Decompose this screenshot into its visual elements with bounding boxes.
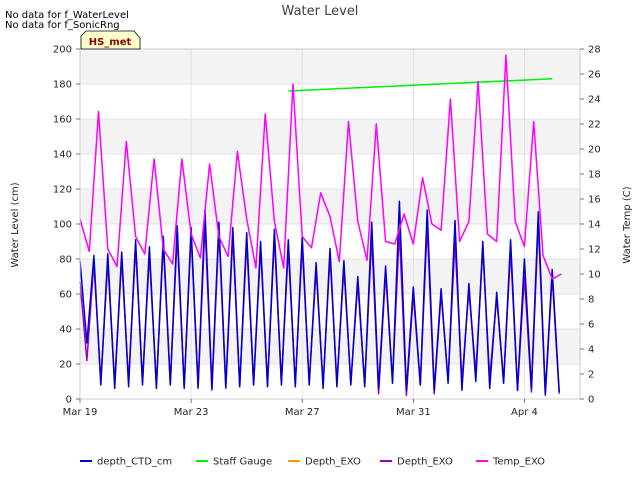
background-bands xyxy=(80,49,580,364)
x-tick-label: Apr 4 xyxy=(511,407,538,418)
background-band xyxy=(80,119,580,154)
x-axis: Mar 19 Mar 23 Mar 27 Mar 31 Apr 4 xyxy=(63,399,538,418)
x-tick-label: Mar 23 xyxy=(174,407,209,418)
y2-axis-label: Water Temp (C) xyxy=(622,186,633,263)
y-tick-label: 120 xyxy=(53,185,72,196)
chart: Mar 19 Mar 23 Mar 27 Mar 31 Apr 4 0204060801… xyxy=(5,4,633,468)
y-tick-label: 180 xyxy=(53,80,72,91)
y-tick-label: 100 xyxy=(53,220,72,231)
legend: depth_CTD_cm Staff Gauge Depth_EXO Depth_EX… xyxy=(80,457,545,468)
y2-tick-label: 4 xyxy=(588,345,594,356)
y2-tick-label: 22 xyxy=(588,120,601,131)
x-tick-label: Mar 31 xyxy=(396,407,431,418)
legend-label: depth_CTD_cm xyxy=(97,457,172,468)
y-tick-label: 60 xyxy=(59,290,72,301)
no-data-note-sonicrng: No data for f_SonicRng xyxy=(5,20,120,31)
y-axis-right: 0246810121416182022242628 xyxy=(580,45,601,406)
legend-label: Depth_EXO xyxy=(305,457,361,468)
y-tick-label: 160 xyxy=(53,115,72,126)
badge-label: HS_met xyxy=(89,37,132,48)
y-tick-label: 200 xyxy=(53,45,72,56)
chart-title: Water Level xyxy=(282,4,359,19)
y2-tick-label: 26 xyxy=(588,70,601,81)
station-badge: HS_met xyxy=(80,30,141,50)
y-axis-left: 0 20 40 60 80 100 120 140 160 180 200 xyxy=(53,45,80,406)
plot-area xyxy=(79,48,581,400)
y-axis-label: Water Level (cm) xyxy=(10,182,21,267)
y2-tick-label: 6 xyxy=(588,320,594,331)
y2-tick-label: 14 xyxy=(588,220,601,231)
y2-tick-label: 2 xyxy=(588,370,594,381)
y-tick-label: 40 xyxy=(59,325,72,336)
y-tick-label: 80 xyxy=(59,255,72,266)
legend-label: Depth_EXO xyxy=(397,457,453,468)
y-tick-label: 20 xyxy=(59,360,72,371)
y2-tick-label: 24 xyxy=(588,95,601,106)
y2-tick-label: 28 xyxy=(588,45,601,56)
y-tick-label: 0 xyxy=(66,395,72,406)
legend-label: Temp_EXO xyxy=(492,457,545,468)
y2-tick-label: 10 xyxy=(588,270,601,281)
legend-label: Staff Gauge xyxy=(213,457,272,468)
x-tick-label: Mar 19 xyxy=(63,407,98,418)
y2-tick-label: 0 xyxy=(588,395,594,406)
y-tick-label: 140 xyxy=(53,150,72,161)
y2-tick-label: 8 xyxy=(588,295,594,306)
x-tick-label: Mar 27 xyxy=(285,407,320,418)
y2-tick-label: 12 xyxy=(588,245,601,256)
y2-tick-label: 18 xyxy=(588,170,601,181)
y2-tick-label: 16 xyxy=(588,195,601,206)
y2-tick-label: 20 xyxy=(588,145,601,156)
